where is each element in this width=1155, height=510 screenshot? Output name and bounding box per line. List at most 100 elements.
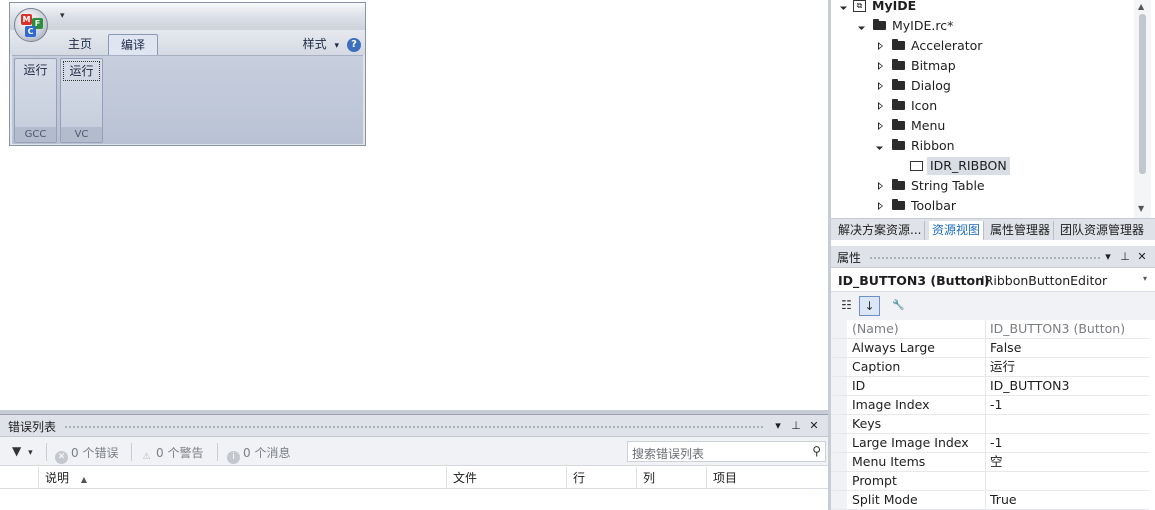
filter-button[interactable]: ▼ ▾: [12, 444, 33, 458]
property-row-name[interactable]: (Name) ID_BUTTON3 (Button): [831, 320, 1149, 339]
ribbon-style-menu[interactable]: 样式 ▾: [303, 34, 339, 54]
column-header-label: 说明: [45, 471, 70, 485]
tree-node-bitmap[interactable]: Bitmap: [831, 56, 1131, 76]
messages-toggle[interactable]: i0 个消息: [227, 444, 290, 464]
tab-team-explorer[interactable]: 团队资源管理器: [1057, 221, 1147, 240]
tree-node-project[interactable]: ⧉ MyIDE: [831, 0, 1131, 16]
collapsed-arrow-icon[interactable]: [878, 62, 883, 70]
ribbon-panel: 运行 GCC 运行 VC: [12, 55, 363, 144]
property-row-prompt[interactable]: Prompt: [831, 472, 1149, 491]
tab-property-manager[interactable]: 属性管理器: [987, 221, 1055, 240]
panel-menu-button[interactable]: ▾: [771, 418, 785, 434]
errors-toggle[interactable]: ✕ 0 个错误: [55, 444, 118, 464]
tree-node-label: Dialog: [911, 78, 951, 93]
tree-node-rc-file[interactable]: MyIDE.rc*: [831, 16, 1131, 36]
property-row-always-large[interactable]: Always Large False: [831, 339, 1149, 358]
property-row-keys[interactable]: Keys: [831, 415, 1149, 434]
error-icon: ✕: [55, 451, 68, 464]
property-row-caption[interactable]: Caption 运行: [831, 358, 1149, 377]
ribbon-tab-home[interactable]: 主页: [56, 34, 104, 55]
column-header-marker[interactable]: [0, 467, 22, 489]
ribbon-designer-surface[interactable]: ▾ M F C 主页 编译 样式 ▾ ? 运行 GCC 运行 VC: [0, 0, 828, 410]
run-gcc-button[interactable]: 运行: [17, 61, 54, 81]
error-list-toolbar: ▼ ▾ ✕ 0 个错误 ⚠ 0 个警告 i0 个消息 搜索错误列表 ⚲: [0, 437, 828, 466]
collapsed-arrow-icon[interactable]: [878, 42, 883, 50]
property-row-large-image-index[interactable]: Large Image Index -1: [831, 434, 1149, 453]
help-icon[interactable]: ?: [347, 38, 361, 52]
tree-node-idr-ribbon[interactable]: IDR_RIBBON: [831, 156, 1131, 176]
property-value[interactable]: [986, 472, 1149, 490]
property-value[interactable]: -1: [986, 396, 1149, 414]
collapsed-arrow-icon[interactable]: [878, 202, 883, 210]
panel-grip[interactable]: [64, 425, 764, 429]
property-value[interactable]: 空: [986, 453, 1149, 471]
expanded-arrow-icon[interactable]: [857, 22, 866, 31]
column-header-column[interactable]: 列: [636, 467, 706, 489]
property-name: Large Image Index: [831, 434, 986, 452]
property-value[interactable]: 运行: [986, 358, 1149, 376]
pin-icon[interactable]: ⊥: [789, 418, 803, 434]
collapsed-arrow-icon[interactable]: [878, 102, 883, 110]
tree-node-label: Menu: [911, 118, 946, 133]
property-value[interactable]: ID_BUTTON3: [986, 377, 1149, 395]
panel-menu-button[interactable]: ▾: [1101, 249, 1115, 265]
property-name: ID: [831, 377, 986, 395]
ribbon-group-label: GCC: [15, 127, 56, 142]
scroll-down-icon[interactable]: ▼: [1138, 204, 1144, 213]
chevron-down-icon[interactable]: ▾: [1143, 274, 1147, 283]
close-icon[interactable]: ✕: [807, 418, 821, 434]
column-header-project[interactable]: 项目: [706, 467, 828, 489]
error-search-input[interactable]: 搜索错误列表 ⚲: [627, 441, 826, 462]
properties-object-selector[interactable]: ID_BUTTON3 (Button) IRibbonButtonEditor …: [831, 268, 1155, 292]
property-row-id[interactable]: ID ID_BUTTON3: [831, 377, 1149, 396]
property-value[interactable]: False: [986, 339, 1149, 357]
toolbar-separator: [131, 443, 132, 461]
tab-solution-explorer[interactable]: 解决方案资源...: [835, 221, 926, 240]
quick-access-toolbar-arrow[interactable]: ▾: [60, 11, 65, 21]
tree-node-toolbar[interactable]: Toolbar: [831, 196, 1131, 216]
tree-node-menu[interactable]: Menu: [831, 116, 1131, 136]
property-name: Menu Items: [831, 453, 986, 471]
tree-node-string-table[interactable]: String Table: [831, 176, 1131, 196]
close-icon[interactable]: ✕: [1135, 249, 1149, 265]
tree-node-accelerator[interactable]: Accelerator: [831, 36, 1131, 56]
application-button[interactable]: M F C: [14, 8, 48, 42]
expanded-arrow-icon[interactable]: [839, 2, 848, 11]
ribbon-tab-compile[interactable]: 编译: [108, 34, 159, 55]
property-value[interactable]: -1: [986, 434, 1149, 452]
column-header-line[interactable]: 行: [566, 467, 636, 489]
categorized-icon[interactable]: ☷: [836, 296, 857, 316]
warnings-toggle[interactable]: ⚠ 0 个警告: [140, 444, 203, 464]
resource-tree-scrollbar[interactable]: ▲ ▼: [1134, 0, 1151, 218]
pin-icon[interactable]: ⊥: [1118, 249, 1132, 265]
search-icon[interactable]: ⚲: [812, 444, 821, 458]
property-row-menu-items[interactable]: Menu Items 空: [831, 453, 1149, 472]
collapsed-arrow-icon[interactable]: [878, 82, 883, 90]
property-row-image-index[interactable]: Image Index -1: [831, 396, 1149, 415]
scrollbar-thumb[interactable]: [1139, 14, 1146, 174]
tree-node-label: Bitmap: [911, 58, 956, 73]
messages-count: 0 个消息: [243, 446, 291, 460]
property-row-split-mode[interactable]: Split Mode True: [831, 491, 1149, 510]
property-name: Always Large: [831, 339, 986, 357]
tree-node-icon[interactable]: Icon: [831, 96, 1131, 116]
property-value[interactable]: True: [986, 491, 1149, 509]
tab-resource-view[interactable]: 资源视图: [929, 221, 985, 240]
tree-node-ribbon[interactable]: Ribbon: [831, 136, 1131, 156]
run-vc-button[interactable]: 运行: [63, 61, 100, 81]
info-icon: i: [227, 451, 240, 464]
alphabetical-sort-icon[interactable]: ↓: [859, 296, 880, 316]
collapsed-arrow-icon[interactable]: [878, 122, 883, 130]
expanded-arrow-icon[interactable]: [875, 142, 884, 151]
column-header-file[interactable]: 文件: [446, 467, 566, 489]
error-list-panel: 错误列表 ▾ ⊥ ✕ ▼ ▾ ✕ 0 个错误 ⚠ 0 个警告 i0 个消息 搜索错误…: [0, 414, 828, 510]
panel-grip[interactable]: [869, 256, 1101, 260]
folder-icon: [892, 79, 905, 90]
tree-node-dialog[interactable]: Dialog: [831, 76, 1131, 96]
column-header-description[interactable]: 说明 ▲: [38, 467, 446, 489]
scroll-up-icon[interactable]: ▲: [1138, 2, 1144, 11]
wrench-icon[interactable]: 🔧: [888, 296, 909, 316]
collapsed-arrow-icon[interactable]: [878, 182, 883, 190]
property-value[interactable]: ID_BUTTON3 (Button): [986, 320, 1149, 338]
property-value[interactable]: [986, 415, 1149, 433]
